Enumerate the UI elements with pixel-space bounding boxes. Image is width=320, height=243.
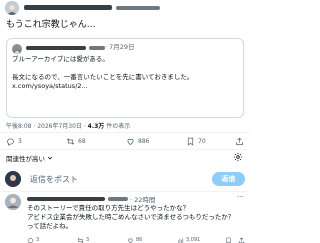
bookmark-icon: [226, 237, 231, 243]
retweet-count: 68: [78, 137, 86, 145]
post-time[interactable]: 午後8:08 · 2026年7月30日 ·: [6, 123, 88, 130]
reply-reply-action[interactable]: 3: [27, 236, 39, 243]
reply-author-avatar[interactable]: [5, 194, 21, 210]
reply-author-handle-redacted: [108, 197, 128, 201]
reply-avatar-image-icon: [5, 194, 21, 210]
avatar-image-icon: [5, 2, 19, 15]
quoted-post-date: · 7月29日: [105, 43, 135, 51]
quoted-link[interactable]: x.com/ysoya/status/2...: [12, 82, 88, 91]
reply-share-action[interactable]: [238, 236, 247, 243]
like-action[interactable]: 886: [126, 134, 149, 148]
quoted-text-line: ブルーアーカイブには愛がある。: [12, 55, 109, 63]
quoted-author-name-redacted: [26, 46, 86, 50]
divider: [0, 191, 250, 192]
sort-label: 関連性が高い: [6, 155, 45, 163]
retweet-icon: [66, 137, 75, 145]
my-avatar-image-icon: [5, 171, 21, 187]
chevron-down-icon: [47, 156, 53, 160]
reply-like-count: 86: [136, 237, 143, 243]
share-icon: [238, 236, 245, 243]
reply-action-bar: 3 3 86 3,091: [0, 236, 250, 243]
reply-text-line: そのストーリーで責任の取り方先生はどうやったかな？: [27, 204, 190, 212]
reply-retweet-action[interactable]: 3: [77, 236, 89, 243]
retweet-action[interactable]: 68: [66, 134, 86, 148]
tweet-detail-page: もうこれ宗教じゃん… · 7月29日 ブルーアーカイブには愛がある。 長文になる…: [0, 0, 250, 243]
post-header: [0, 0, 250, 16]
post-action-bar: 3 68 886 70: [0, 134, 250, 148]
post-views-label: 件の表示: [106, 123, 131, 130]
post-text: もうこれ宗教じゃん…: [6, 20, 96, 30]
quoted-author-avatar[interactable]: [12, 44, 22, 54]
reply-composer: 返信をポスト 返信: [0, 169, 250, 189]
heart-icon: [127, 138, 134, 145]
bookmark-action[interactable]: 70: [186, 134, 206, 148]
reply-views-count: 3,091: [186, 237, 201, 243]
reply-sort-row: 関連性が高い: [0, 150, 250, 164]
bookmark-count: 70: [198, 137, 206, 145]
post-views-count: 4.3万: [87, 123, 105, 130]
retweet-icon: [77, 237, 84, 243]
heart-icon: [128, 238, 133, 243]
reply-submit-button[interactable]: 返信: [212, 172, 245, 186]
quoted-post-card[interactable]: · 7月29日 ブルーアーカイブには愛がある。 長文になるので、一番言いたいこと…: [6, 38, 244, 118]
reply-time[interactable]: · 22時間: [130, 194, 155, 204]
like-count: 886: [138, 137, 150, 145]
reply-bookmark-action[interactable]: [225, 236, 234, 243]
reply-retweet-count: 3: [86, 237, 90, 243]
reply-post[interactable]: · 22時間 ··· そのストーリーで責任の取り方先生はどうやったかな？ アビド…: [0, 193, 250, 243]
reply-reply-count: 3: [36, 237, 40, 243]
author-handle-redacted: [116, 6, 160, 10]
reply-author-name-redacted: [27, 197, 105, 201]
reply-views-action[interactable]: 3,091: [177, 236, 200, 243]
post-meta: 午後8:08 · 2026年7月30日 · 4.3万 件の表示: [6, 122, 130, 131]
share-icon: [236, 137, 243, 145]
reply-count: 3: [18, 137, 22, 145]
sort-dropdown[interactable]: 関連性が高い: [6, 153, 53, 163]
reply-text-line: アビドス企業会が失敗した時ごめんなさいで済ませるつもりだったか？: [27, 213, 235, 221]
reply-input[interactable]: 返信をポスト: [30, 174, 78, 185]
quoted-avatar-image-icon: [12, 49, 22, 54]
quoted-text-line: 長文になるので、一番言いたいことを先に書いておきました。: [12, 73, 194, 81]
divider: [0, 132, 250, 133]
reply-text-line: って話だよね。: [27, 222, 73, 230]
reply-icon: [27, 237, 34, 243]
bookmark-icon: [187, 137, 194, 146]
reply-icon: [7, 137, 14, 146]
quoted-author-handle-redacted: [89, 46, 105, 50]
my-avatar[interactable]: [5, 171, 21, 187]
reply-action[interactable]: 3: [6, 134, 22, 148]
views-icon: [178, 237, 184, 243]
share-action[interactable]: [235, 134, 247, 148]
author-avatar[interactable]: [5, 1, 19, 15]
author-name-redacted: [24, 5, 112, 10]
settings-icon[interactable]: [233, 152, 243, 162]
reply-like-action[interactable]: 86: [127, 236, 142, 243]
more-dots-icon[interactable]: ···: [237, 193, 244, 201]
